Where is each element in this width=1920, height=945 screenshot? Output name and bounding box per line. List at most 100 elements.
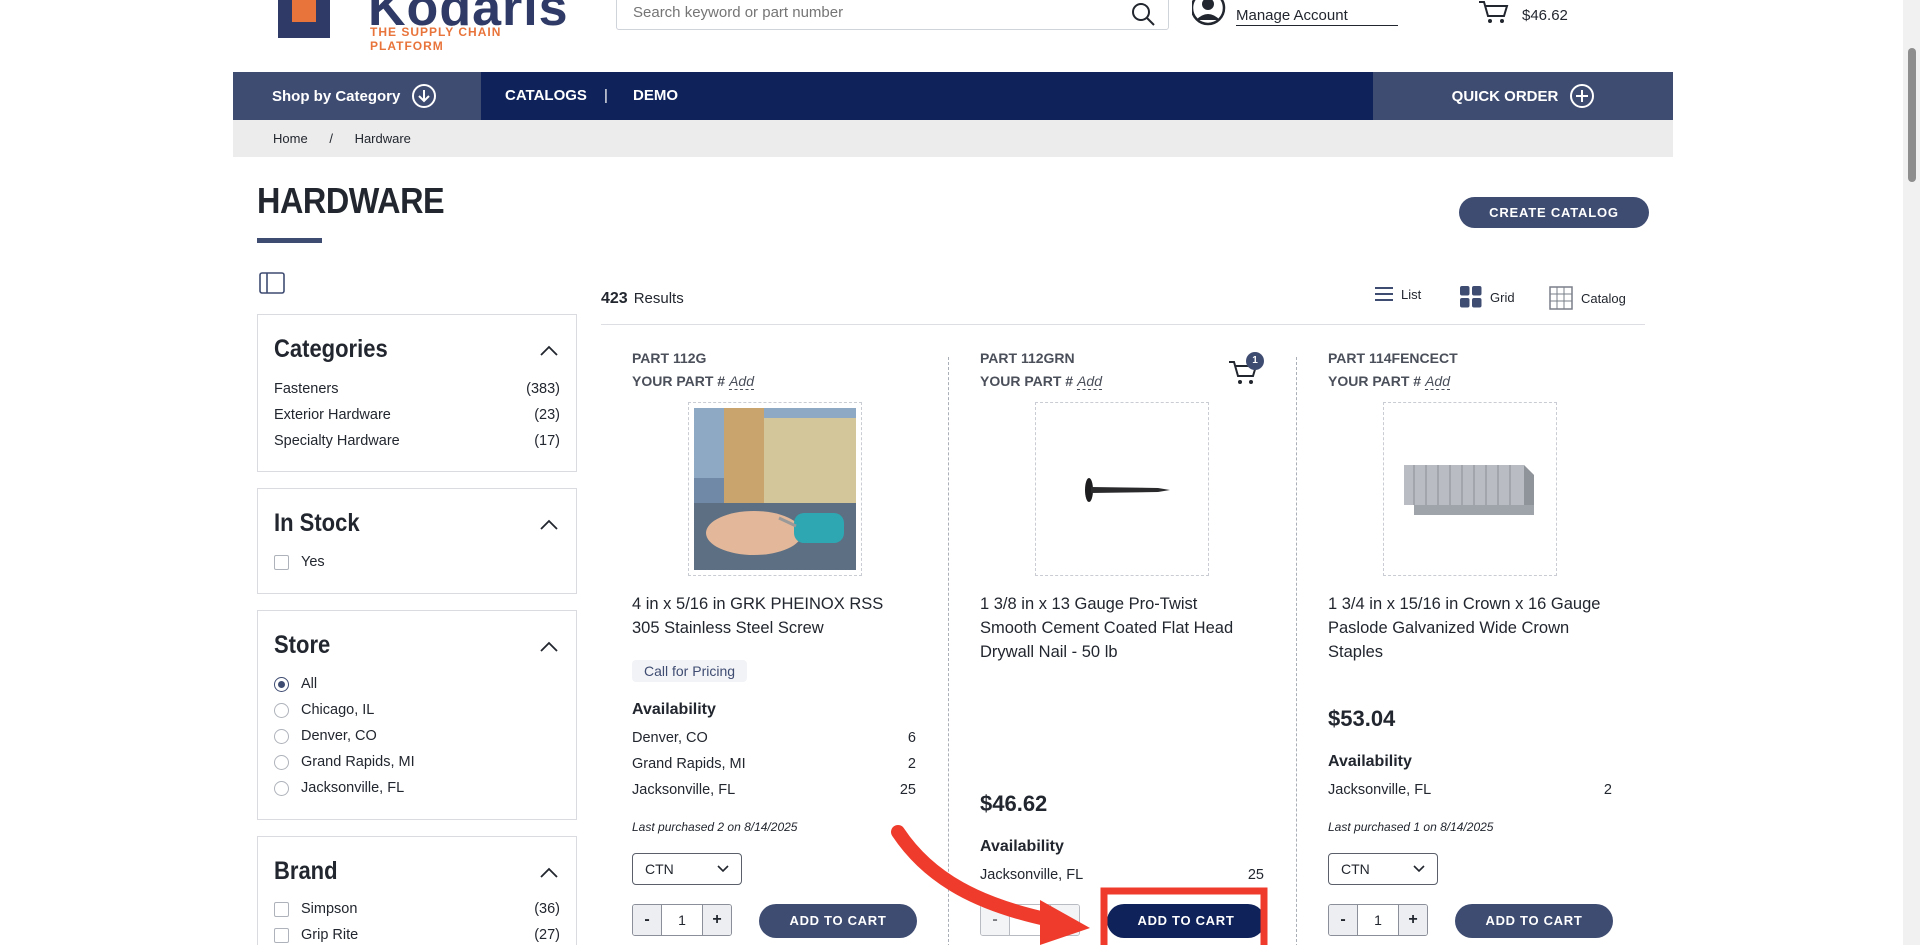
part-number: PART 112GRN xyxy=(980,350,1075,366)
stock-qty: 25 xyxy=(899,782,916,798)
store-name: Jacksonville, FL xyxy=(1328,782,1432,798)
product-image[interactable] xyxy=(688,402,862,576)
product-name[interactable]: 1 3/8 in x 13 Gauge Pro-Twist Smooth Ceme… xyxy=(980,592,1260,664)
brand-label: Simpson xyxy=(301,901,358,917)
chevron-up-icon[interactable] xyxy=(540,641,558,653)
checkbox[interactable] xyxy=(274,901,289,917)
qty-input[interactable]: 1 xyxy=(661,905,703,935)
scrollbar-thumb[interactable] xyxy=(1908,48,1916,182)
view-grid-button[interactable]: Grid xyxy=(1460,286,1515,308)
stock-qty: 2 xyxy=(907,756,916,772)
store-label: Denver, CO xyxy=(301,728,377,744)
store-option[interactable]: Jacksonville, FL xyxy=(274,780,404,796)
user-account-icon[interactable] xyxy=(1192,0,1226,26)
availability-heading: Availability xyxy=(980,838,1064,855)
breadcrumb-home[interactable]: Home xyxy=(273,131,308,146)
view-list-button[interactable]: List xyxy=(1375,286,1421,302)
store-option[interactable]: Denver, CO xyxy=(274,728,377,744)
brand-item[interactable]: Grip Rite (27) xyxy=(274,927,560,943)
catalog-view-icon xyxy=(1549,286,1573,310)
chevron-up-icon[interactable] xyxy=(540,345,558,357)
qty-input[interactable]: 1 xyxy=(1357,905,1399,935)
radio[interactable] xyxy=(274,780,289,796)
nav-catalogs[interactable]: CATALOGS xyxy=(505,72,587,120)
add-to-cart-button[interactable]: ADD TO CART xyxy=(1455,904,1613,938)
qty-minus-button[interactable]: - xyxy=(1329,905,1357,935)
availability-row: Jacksonville, FL 25 xyxy=(980,867,1264,883)
brand-count: (27) xyxy=(534,927,560,943)
quantity-stepper: - + xyxy=(980,904,1080,936)
your-part-add-link[interactable]: Add xyxy=(729,373,755,390)
qty-minus-button[interactable]: - xyxy=(633,905,661,935)
product-name[interactable]: 4 in x 5/16 in GRK PHEINOX RSS 305 Stainl… xyxy=(632,592,912,640)
add-to-cart-button[interactable]: ADD TO CART xyxy=(759,904,917,938)
chevron-down-icon xyxy=(1413,865,1425,873)
quick-order-button[interactable]: QUICK ORDER xyxy=(1373,72,1673,120)
store-option[interactable]: All xyxy=(274,676,317,692)
search-input[interactable] xyxy=(633,0,1113,27)
in-cart-indicator[interactable]: 1 xyxy=(1228,352,1264,388)
grid-view-icon xyxy=(1460,286,1482,308)
radio[interactable] xyxy=(274,754,289,770)
brand-label: Grip Rite xyxy=(301,927,359,943)
store-label: All xyxy=(301,676,318,692)
in-stock-option[interactable]: Yes xyxy=(274,554,325,570)
checkbox[interactable] xyxy=(274,927,289,943)
product-name[interactable]: 1 3/4 in x 15/16 in Crown x 16 Gauge Pasl… xyxy=(1328,592,1628,664)
category-label: Specialty Hardware xyxy=(274,433,400,449)
category-item[interactable]: Specialty Hardware (17) xyxy=(274,433,560,449)
chevron-up-icon[interactable] xyxy=(540,867,558,879)
qty-plus-button[interactable]: + xyxy=(1399,905,1427,935)
shop-by-category-button[interactable]: Shop by Category xyxy=(233,72,481,120)
view-catalog-button[interactable]: Catalog xyxy=(1549,286,1626,310)
qty-plus-button[interactable]: + xyxy=(703,905,731,935)
logo[interactable]: Kodaris THE SUPPLY CHAIN PLATFORM xyxy=(278,0,578,53)
search-box xyxy=(616,0,1169,30)
search-icon[interactable] xyxy=(1130,1,1156,27)
store-name: Grand Rapids, MI xyxy=(632,756,746,772)
add-to-cart-button[interactable]: ADD TO CART xyxy=(1107,904,1265,938)
breadcrumb-separator: / xyxy=(329,131,333,146)
brand-item[interactable]: Simpson (36) xyxy=(274,901,560,917)
product-image[interactable] xyxy=(1383,402,1557,576)
results-label: Results xyxy=(633,290,684,307)
quick-order-label: QUICK ORDER xyxy=(1451,87,1559,105)
uom-value: CTN xyxy=(645,861,674,877)
checkbox[interactable] xyxy=(274,554,289,570)
view-catalog-label: Catalog xyxy=(1581,290,1626,306)
chevron-up-icon[interactable] xyxy=(540,519,558,531)
store-option[interactable]: Chicago, IL xyxy=(274,702,374,718)
nav-demo[interactable]: DEMO xyxy=(633,72,678,120)
uom-select[interactable]: CTN xyxy=(632,853,742,885)
your-part-add-link[interactable]: Add xyxy=(1425,373,1451,390)
availability-row: Jacksonville, FL 2 xyxy=(1328,782,1612,798)
manage-account-link[interactable]: Manage Account xyxy=(1236,7,1398,26)
product-name-line: Smooth Cement Coated Flat Head xyxy=(980,619,1234,637)
qty-plus-button[interactable]: + xyxy=(1051,905,1079,935)
facet-store-title: Store xyxy=(274,631,331,659)
cart-total[interactable]: $46.62 xyxy=(1522,7,1568,24)
radio-selected[interactable] xyxy=(274,676,289,692)
uom-select[interactable]: CTN xyxy=(1328,853,1438,885)
cart-icon[interactable] xyxy=(1478,0,1510,24)
your-part-add-link[interactable]: Add xyxy=(1077,373,1103,390)
category-item[interactable]: Exterior Hardware (23) xyxy=(274,407,560,423)
qty-minus-button[interactable]: - xyxy=(981,905,1009,935)
your-part-label: YOUR PART # xyxy=(632,373,726,389)
sidebar-toggle-icon[interactable] xyxy=(259,272,285,294)
product-image[interactable] xyxy=(1035,402,1209,576)
category-item[interactable]: Fasteners (383) xyxy=(274,381,560,397)
card-divider xyxy=(1296,357,1297,945)
store-label: Grand Rapids, MI xyxy=(301,754,415,770)
radio[interactable] xyxy=(274,728,289,744)
your-part-field: YOUR PART # Add xyxy=(1328,373,1451,390)
card-divider xyxy=(948,357,949,945)
radio[interactable] xyxy=(274,702,289,718)
logo-mark-icon xyxy=(278,0,330,38)
store-option[interactable]: Grand Rapids, MI xyxy=(274,754,415,770)
create-catalog-button[interactable]: CREATE CATALOG xyxy=(1459,197,1649,228)
product-price: $53.04 xyxy=(1328,706,1396,731)
uom-value: CTN xyxy=(1341,861,1370,877)
last-purchased: Last purchased 1 on 8/14/2025 xyxy=(1328,820,1494,834)
qty-input[interactable] xyxy=(1009,905,1051,935)
